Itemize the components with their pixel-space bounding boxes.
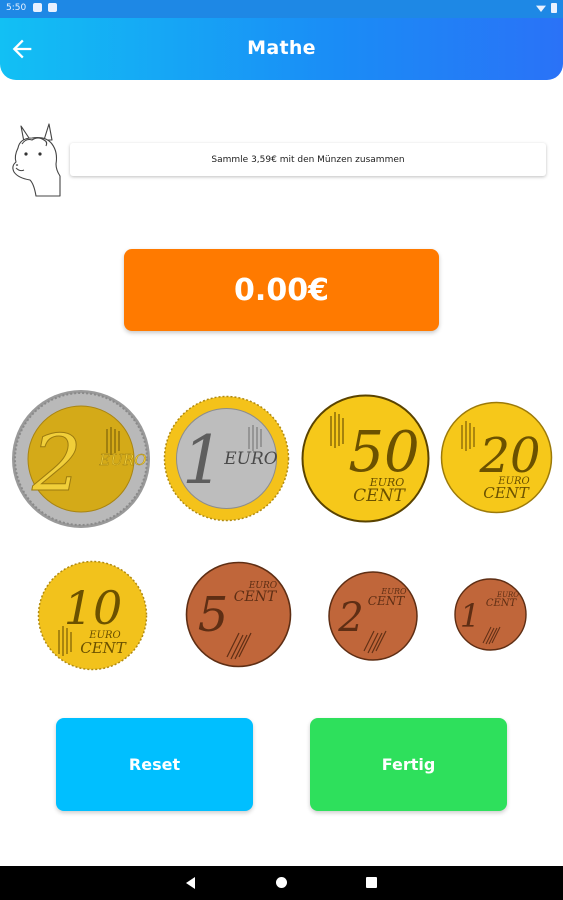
app-bar: Mathe [0, 18, 563, 80]
coin-unit-bottom: CENT [234, 589, 278, 605]
coin-value: 1 [182, 422, 224, 499]
coin-unit-bottom: CENT [368, 594, 405, 608]
nav-home-icon[interactable] [276, 877, 287, 888]
reset-button[interactable]: Reset [56, 718, 253, 811]
coin-1-euro[interactable]: 1 EURO [163, 395, 290, 522]
coin-2-cent[interactable]: 2 EURO CENT [328, 571, 418, 661]
coin-unit-bottom: CENT [80, 639, 127, 657]
notification-icon [33, 3, 42, 12]
wifi-icon [536, 5, 546, 12]
coin-value: 2 [337, 595, 363, 641]
page-title: Mathe [247, 37, 316, 59]
coin-1-cent[interactable]: 1 EURO CENT [454, 578, 527, 651]
sd-card-icon [48, 3, 57, 12]
coin-unit-bottom: CENT [483, 484, 530, 502]
task-text: Sammle 3,59€ mit den Münzen zusammen [211, 154, 405, 165]
coin-50-cent[interactable]: 50 EURO CENT [301, 394, 430, 523]
coin-20-cent[interactable]: 20 EURO CENT [440, 401, 553, 514]
status-bar: 5:50 [0, 0, 563, 18]
battery-icon [551, 3, 557, 13]
done-button[interactable]: Fertig [310, 718, 507, 811]
coin-2-euro[interactable]: 2 EURO [11, 389, 151, 529]
system-nav-bar [0, 866, 563, 900]
coin-unit-bottom: CENT [486, 598, 518, 609]
nav-recents-icon[interactable] [366, 877, 377, 888]
coin-5-cent[interactable]: 5 EURO CENT [185, 561, 292, 668]
coin-value: 5 [198, 587, 229, 643]
llama-icon [8, 118, 68, 200]
nav-back-icon[interactable] [186, 877, 195, 889]
task-card: Sammle 3,59€ mit den Münzen zusammen [70, 143, 546, 176]
coin-unit-bottom: CENT [353, 486, 406, 506]
coin-value: 1 [460, 597, 480, 635]
coin-unit: EURO [223, 449, 278, 469]
coin-unit: EURO [98, 451, 146, 469]
coin-10-cent[interactable]: 10 EURO CENT [37, 560, 148, 671]
total-amount-display: 0.00€ [124, 249, 439, 331]
coin-value: 2 [31, 419, 82, 509]
status-time: 5:50 [6, 3, 27, 13]
coin-value: 10 [64, 581, 123, 635]
total-amount-value: 0.00€ [234, 272, 329, 308]
